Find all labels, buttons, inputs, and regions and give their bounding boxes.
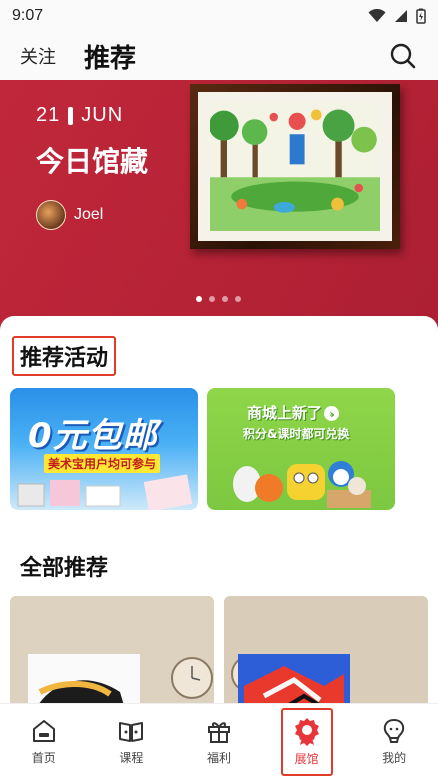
home-icon xyxy=(32,720,55,742)
main-content: 推荐活动 0元包邮 美术宝用户均可参与 商城上新了 › 积分&课时都可兑换 全部推… xyxy=(0,316,438,726)
banner-date-day: 21 xyxy=(36,104,61,126)
bottom-tab-bar: 首页 课程 福利 展馆 我的 xyxy=(0,703,438,779)
all-recommend-title: 全部推荐 xyxy=(20,556,109,581)
activities-title: 推荐活动 xyxy=(20,346,109,371)
date-divider xyxy=(68,106,74,125)
pagination-dot-active[interactable] xyxy=(196,296,202,302)
tab-label: 福利 xyxy=(206,751,231,765)
wifi-icon xyxy=(368,9,386,22)
toys-illustration xyxy=(233,461,371,508)
featured-banner[interactable]: 21 JUN 今日馆藏 Joel xyxy=(0,80,438,325)
tab-label: 课程 xyxy=(119,751,144,765)
arrow-right-icon: › xyxy=(324,406,340,421)
tab-follow[interactable]: 关注 xyxy=(20,43,56,69)
banner-date: 21 JUN xyxy=(36,104,123,127)
book-icon xyxy=(119,722,144,742)
author-name: Joel xyxy=(74,206,104,223)
avatar xyxy=(36,200,66,230)
activities-title-box: 推荐活动 xyxy=(12,336,117,376)
signal-icon xyxy=(395,10,407,22)
products-illustration xyxy=(17,474,193,510)
status-time: 9:07 xyxy=(12,7,44,24)
tab-museum[interactable]: 展馆 xyxy=(263,704,351,779)
tab-highlight-box xyxy=(280,708,333,776)
promo-subline: 积分&课时都可兑换 xyxy=(243,427,350,441)
promo-card-shop-new[interactable]: 商城上新了 › 积分&课时都可兑换 xyxy=(207,388,395,510)
artwork-frame[interactable] xyxy=(190,84,400,249)
profile-icon xyxy=(383,718,405,743)
banner-author[interactable]: Joel xyxy=(36,200,103,230)
top-nav: 关注 推荐 xyxy=(0,32,438,80)
pagination-dot[interactable] xyxy=(235,296,241,302)
tab-label: 我的 xyxy=(382,751,407,765)
status-bar: 9:07 xyxy=(0,0,438,32)
tab-benefits[interactable]: 福利 xyxy=(175,704,263,779)
banner-pagination xyxy=(196,296,241,302)
search-icon xyxy=(390,43,416,69)
gift-icon xyxy=(207,722,230,743)
tab-recommend[interactable]: 推荐 xyxy=(84,38,136,75)
pagination-dot[interactable] xyxy=(222,296,228,302)
promo-headline: 商城上新了 › xyxy=(247,402,340,423)
promo-headline: 0元包邮 xyxy=(28,416,158,456)
banner-title: 今日馆藏 xyxy=(36,145,149,178)
tab-courses[interactable]: 课程 xyxy=(88,704,176,779)
banner-date-month: JUN xyxy=(81,104,124,126)
tab-label: 首页 xyxy=(31,751,56,765)
battery-icon xyxy=(416,8,426,24)
artwork-image xyxy=(208,102,380,231)
pagination-dot[interactable] xyxy=(209,296,215,302)
tab-home[interactable]: 首页 xyxy=(0,704,88,779)
tab-profile[interactable]: 我的 xyxy=(350,704,438,779)
promo-card-free-shipping[interactable]: 0元包邮 美术宝用户均可参与 xyxy=(10,388,198,510)
search-button[interactable] xyxy=(388,41,418,71)
